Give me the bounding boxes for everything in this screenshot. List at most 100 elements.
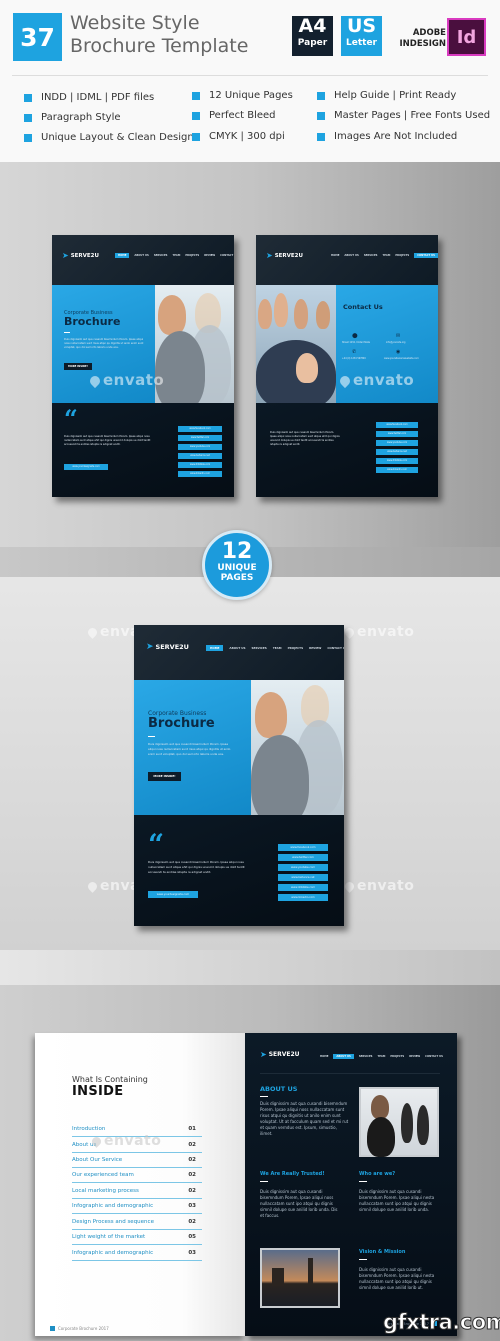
- about-text: Duis dignissim aut qua cusandi bisemndum…: [260, 1101, 349, 1136]
- vision-text: Duis dignissim aut qua cusandi bisemndum…: [359, 1267, 435, 1290]
- person-figure: [401, 1103, 413, 1143]
- feature-item: Help Guide | Print Ready: [317, 90, 456, 101]
- social-link: www.twitter.com: [178, 435, 222, 441]
- social-link: www.dribbble.com: [376, 458, 418, 464]
- software-label-1: ADOBE: [412, 28, 446, 38]
- brand-logo: ➤ SERVE2U: [62, 251, 99, 260]
- brochure-front-cover: ➤ SERVE2U HOME ABOUT US SERVICES TEAM PRO…: [52, 235, 234, 497]
- feature-text: Paragraph Style: [41, 112, 121, 123]
- paper-plane-icon: ➤: [146, 642, 154, 652]
- nav-item: PROJECTS: [287, 646, 304, 650]
- feature-item: 12 Unique Pages: [192, 90, 293, 101]
- toc-page-number: 02: [188, 1172, 196, 1178]
- brand-name: SERVE2U: [70, 252, 99, 259]
- nav-item: HOME: [115, 253, 130, 258]
- brand-logo: ➤ SERVE2U: [260, 1050, 300, 1059]
- map-pin-icon: ⬤: [352, 333, 358, 339]
- preview-section-3-band: [0, 950, 500, 985]
- contact-title: Contact Us: [343, 303, 383, 311]
- nav-item: SERVICES: [363, 254, 378, 257]
- format-badge-us: US Letter: [341, 16, 382, 56]
- toc-label: Infographic and demographic: [72, 1203, 154, 1209]
- toc-label: Design Process and sequence: [72, 1219, 154, 1225]
- page-nav: HOME ABOUT US SERVICES TEAM PROJECTS REV…: [320, 1054, 443, 1059]
- social-link: www.linkedin.com: [278, 894, 328, 901]
- hero-photo: [256, 285, 336, 403]
- toc-label: Infographic and demographic: [72, 1250, 154, 1256]
- cover-nav: HOME ABOUT US SERVICES TEAM PROJECTS REV…: [115, 253, 234, 258]
- toc-row: Infographic and demographic 03: [72, 1246, 202, 1261]
- envato-watermark: envato: [337, 371, 414, 389]
- title-dash: [260, 1181, 268, 1182]
- feature-item: INDD | IDML | PDF files: [24, 92, 154, 103]
- social-link: www.twitter.com: [278, 854, 328, 861]
- title-dash: [260, 1096, 268, 1097]
- contact-website: www.yoursitenamewebsite.com: [384, 357, 419, 360]
- watermark-text: envato: [103, 371, 165, 389]
- feature-item: Images Are Not Included: [317, 131, 457, 142]
- toc-footer-text: Corporate Brochure 2017: [58, 1326, 109, 1331]
- badge-number: 12: [221, 539, 253, 564]
- bullet-square-icon: [317, 111, 325, 120]
- nav-item: HOME: [331, 254, 340, 257]
- title-dash: [148, 736, 155, 737]
- trusted-text: Duis dignissim aut qua cusandi bisemndum…: [260, 1189, 338, 1218]
- format-us-label: US: [346, 15, 377, 37]
- bullet-square-icon: [192, 111, 200, 120]
- bullet-square-icon: [24, 93, 32, 102]
- envato-drop-icon: [337, 373, 353, 388]
- cover-header-bar: ➤ SERVE2U HOME ABOUT US SERVICES TEAM PRO…: [134, 625, 344, 680]
- toc-subtitle: What Is Containing: [72, 1075, 148, 1084]
- social-link: www.youtube.com: [376, 440, 418, 446]
- person-figure: [158, 295, 186, 335]
- more-inside-button: MORE INSIDE!: [64, 363, 92, 370]
- contact-email: info@yoursite.org: [386, 341, 406, 344]
- nav-item: ABOUT US: [344, 254, 359, 257]
- nav-item: ABOUT US: [229, 646, 246, 650]
- toc-row: Light weight of the market 05: [72, 1230, 202, 1245]
- header-divider: [12, 75, 488, 76]
- quote-icon: “: [64, 404, 78, 433]
- paper-plane-icon: ➤: [266, 251, 273, 260]
- hand-figure: [274, 293, 288, 327]
- paper-plane-icon: ➤: [62, 251, 69, 260]
- toc-page-number: 02: [188, 1188, 196, 1194]
- clock-tower-figure: [308, 1258, 313, 1284]
- format-a4-sub: Paper: [297, 38, 328, 48]
- quote-icon: “: [148, 828, 165, 861]
- toc-title: INSIDE: [72, 1084, 124, 1099]
- nav-item: TEAM: [172, 254, 181, 257]
- nav-item: SERVICES: [358, 1055, 373, 1058]
- quote-text: Duis dignissim aut qua cusandi bisemndum…: [148, 860, 245, 874]
- nav-item: PROJECTS: [390, 1055, 405, 1058]
- brand-logo: ➤ SERVE2U: [146, 642, 189, 652]
- toc-page-number: 02: [188, 1157, 196, 1163]
- toc-page-number: 03: [188, 1203, 196, 1209]
- paper-plane-icon: ➤: [260, 1050, 267, 1059]
- nav-item: CONTACT US: [425, 1055, 443, 1058]
- trusted-title: We Are Really Trusted!: [260, 1171, 325, 1177]
- nav-item: SERVICES: [251, 646, 267, 650]
- cover-nav: HOME ABOUT US SERVICES TEAM PROJECTS REV…: [206, 645, 344, 651]
- social-link: www.behance.net: [376, 449, 418, 455]
- bullet-square-icon: [317, 132, 325, 141]
- item-number-badge: 37: [13, 13, 62, 61]
- bullet-square-icon: [317, 91, 325, 100]
- envelope-icon: ✉: [396, 333, 401, 339]
- person-figure: [371, 1095, 389, 1119]
- feature-text: INDD | IDML | PDF files: [41, 92, 155, 103]
- about-title: ABOUT US: [260, 1085, 298, 1093]
- social-link: www.youtube.com: [278, 864, 328, 871]
- nav-item: REVIEW: [409, 1055, 421, 1058]
- cover-header-bar: ➤ SERVE2U HOME ABOUT US SERVICES TEAM PRO…: [52, 235, 234, 285]
- badge-line-2: PAGES: [220, 573, 254, 583]
- envato-watermark: envato: [87, 371, 165, 389]
- feature-text: CMYK | 300 dpi: [209, 131, 285, 142]
- title-line-1: Website Style: [70, 12, 200, 34]
- watermark-text: envato: [104, 1133, 162, 1149]
- toc-page-number: 02: [188, 1142, 196, 1148]
- toc-label: Introduction: [72, 1126, 106, 1132]
- nav-item: REVIEW: [309, 646, 322, 650]
- quote-text: Duis dignissim aut qua cusandi bisemndum…: [64, 435, 151, 446]
- title-dash: [359, 1181, 367, 1182]
